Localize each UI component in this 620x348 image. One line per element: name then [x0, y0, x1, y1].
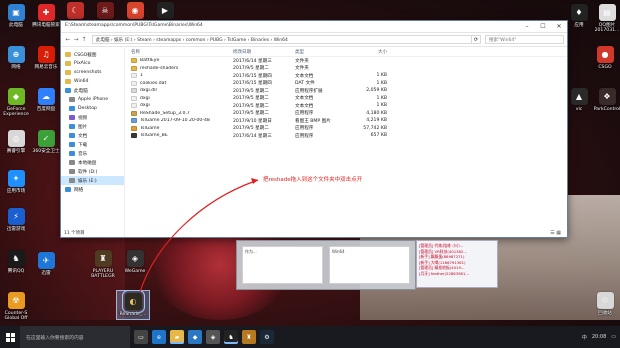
taskbar-pubg-icon[interactable]: ♜ [242, 330, 256, 344]
taskbar-explorer-icon[interactable]: ▰ [170, 330, 184, 344]
chat-member-list: [管理员] 代练/陪练 小小... [管理员] VR科技(401382... [新手… [416, 240, 498, 288]
taskbar-wegame-icon[interactable]: ◈ [206, 330, 220, 344]
taskbar-search-placeholder: 在这里输入你要搜索的内容 [26, 335, 84, 341]
windows-icon [5, 332, 15, 342]
taskbar-task-view-icon[interactable]: ▭ [134, 330, 148, 344]
start-button[interactable] [0, 326, 20, 348]
preview-thumb-label: Win64 [332, 249, 345, 254]
taskbar-edge-icon[interactable]: e [152, 330, 166, 344]
clock[interactable]: 20:08 [592, 334, 606, 340]
annotation-arrow [139, 178, 259, 293]
taskbar-preview: 作为... Win64 [236, 240, 416, 290]
preview-thumb[interactable]: Win64 [329, 246, 410, 284]
notification-icon[interactable]: ▭ [611, 334, 616, 340]
chat-member[interactable]: [月牙] feather(22883981... [419, 271, 495, 277]
preview-thumb-label: 作为... [245, 249, 257, 254]
preview-thumb[interactable]: 作为... [242, 246, 323, 284]
taskbar-qq-icon[interactable]: ♞ [224, 330, 238, 344]
taskbar-store-icon[interactable]: ◆ [188, 330, 202, 344]
taskbar-search[interactable]: 在这里输入你要搜索的内容 [20, 326, 130, 348]
system-tray: 中 20:08 ▭ [582, 334, 620, 341]
taskbar-steam-icon[interactable]: ⚙ [260, 330, 274, 344]
taskbar: 在这里输入你要搜索的内容 ▭ e ▰ ◆ ◈ ♞ ♜ ⚙ 中 20:08 ▭ [0, 326, 620, 348]
ime-indicator[interactable]: 中 [582, 334, 587, 341]
